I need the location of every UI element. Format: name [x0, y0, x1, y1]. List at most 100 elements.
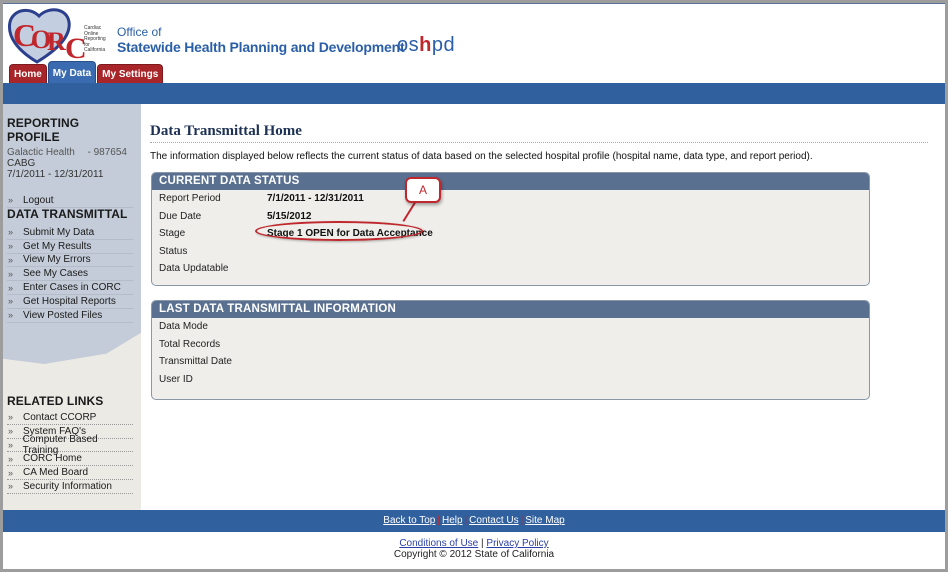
office-line: Office of — [117, 25, 162, 39]
tab-my-settings[interactable]: My Settings — [97, 64, 164, 83]
privacy-policy-link[interactable]: Privacy Policy — [486, 538, 548, 549]
sidebar-item-label: Get My Results — [23, 240, 92, 252]
copyright: Copyright © 2012 State of California — [3, 549, 945, 560]
sidebar-item-view-posted-files[interactable]: » View Posted Files — [7, 309, 133, 323]
data-transmittal-heading: DATA TRANSMITTAL — [7, 207, 128, 221]
row-label: Report Period — [159, 193, 221, 205]
double-arrow-icon: » — [8, 268, 14, 279]
sidebar-item-label: View Posted Files — [23, 309, 103, 321]
sidebar-item-label: View My Errors — [23, 254, 91, 266]
footer-nav-bar: Back to Top | Help | Contact Us | Site Map — [3, 510, 945, 532]
current-data-status-panel: CURRENT DATA STATUS Report Period 7/1/201… — [151, 172, 870, 286]
footer: Conditions of Use | Privacy Policy Copyr… — [3, 538, 945, 560]
separator: | — [464, 515, 468, 526]
profile-data-type: CABG — [7, 158, 36, 169]
sidebar-item-see-my-cases[interactable]: » See My Cases — [7, 267, 133, 282]
transmittal-row-total-records: Total Records — [152, 336, 869, 354]
hospital-name: Galactic Health — [7, 147, 75, 158]
conditions-of-use-link[interactable]: Conditions of Use — [399, 538, 478, 549]
related-link-label: CORC Home — [23, 453, 82, 465]
row-label: Data Mode — [159, 321, 208, 333]
footer-policy-links: Conditions of Use | Privacy Policy — [3, 538, 945, 549]
reporting-profile: REPORTING PROFILE Galactic Health - 9876… — [7, 116, 133, 208]
related-link-contact-ccorp[interactable]: » Contact CCORP — [7, 411, 133, 425]
double-arrow-icon: » — [8, 296, 14, 307]
related-links-nav: RELATED LINKS » Contact CCORP » System FAQ… — [7, 394, 133, 494]
corc-logo[interactable]: C O R C Cardiac Online Reporting for Cal… — [7, 6, 106, 65]
sidebar-item-submit-my-data[interactable]: » Submit My Data — [7, 226, 133, 240]
related-link-label: CA Med Board — [23, 467, 89, 479]
oshpd-logo: oshpd — [397, 34, 455, 57]
last-transmittal-panel: LAST DATA TRANSMITTAL INFORMATION Data M… — [151, 300, 870, 400]
row-label: Due Date — [159, 210, 202, 222]
current-data-status-heading: CURRENT DATA STATUS — [152, 173, 869, 190]
svg-text:R: R — [47, 27, 66, 56]
sidebar-item-enter-cases[interactable]: » Enter Cases in CORC — [7, 281, 133, 295]
oshpd-logo-pre: os — [397, 34, 420, 56]
sidebar-item-label: Get Hospital Reports — [23, 295, 116, 307]
profile-period: 7/1/2011 - 12/31/2011 — [7, 169, 104, 180]
separator: | — [437, 515, 440, 526]
sidebar-item-get-my-results[interactable]: » Get My Results — [7, 240, 133, 254]
row-value: 7/1/2011 - 12/31/2011 — [267, 193, 364, 205]
logout-link[interactable]: » Logout — [7, 194, 133, 208]
sidebar-item-label: Enter Cases in CORC — [23, 282, 121, 294]
last-transmittal-heading: LAST DATA TRANSMITTAL INFORMATION — [152, 301, 869, 318]
reporting-profile-heading: REPORTING PROFILE — [7, 116, 80, 144]
oshpd-logo-post: pd — [431, 34, 456, 56]
status-row-due-date: Due Date 5/15/2012 — [152, 208, 869, 226]
double-arrow-icon: » — [8, 426, 14, 437]
back-to-top-link[interactable]: Back to Top — [383, 515, 435, 526]
related-link-ca-med-board[interactable]: » CA Med Board — [7, 466, 133, 480]
double-arrow-icon: » — [8, 310, 14, 321]
row-value: 5/15/2012 — [267, 210, 312, 222]
profile-hospital: Galactic Health - 987654 — [7, 147, 127, 158]
double-arrow-icon: » — [8, 282, 14, 293]
related-link-label: Contact CCORP — [23, 411, 97, 423]
sidebar: REPORTING PROFILE Galactic Health - 9876… — [3, 104, 141, 510]
row-label: Status — [159, 245, 188, 257]
related-link-cbt[interactable]: » Computer Based Training — [7, 434, 133, 456]
contact-us-link[interactable]: Contact Us — [469, 515, 518, 526]
tab-my-data[interactable]: My Data — [47, 61, 97, 83]
separator: | — [520, 515, 524, 526]
data-transmittal-nav: DATA TRANSMITTAL » Submit My Data » Get My… — [7, 207, 133, 323]
double-arrow-icon: » — [8, 241, 14, 252]
header: C O R C Cardiac Online Reporting for Cal… — [3, 4, 945, 86]
nav-bar — [3, 83, 945, 104]
page-title: Data Transmittal Home — [150, 123, 928, 143]
separator: | — [481, 538, 484, 549]
callout-highlight-ellipse — [255, 221, 423, 241]
row-label: Transmittal Date — [159, 356, 232, 368]
double-arrow-icon: » — [8, 439, 14, 450]
row-label: Total Records — [159, 338, 221, 350]
row-label: Stage — [159, 228, 186, 240]
row-label: Data Updatable — [159, 263, 229, 275]
status-row-status: Status — [152, 243, 869, 261]
copyright-suffix: State of California — [474, 549, 555, 560]
intro-text: The information displayed below reflects… — [150, 151, 813, 162]
oshpd-logo-mid: h — [419, 34, 432, 56]
related-link-label: Security Information — [23, 480, 112, 492]
sidebar-item-get-hospital-reports[interactable]: » Get Hospital Reports — [7, 295, 133, 309]
sidebar-item-label: Submit My Data — [23, 226, 95, 238]
related-link-security-info[interactable]: » Security Information — [7, 480, 133, 494]
copyright-year: 2012 — [449, 549, 472, 560]
logout-label: Logout — [23, 194, 54, 206]
help-link[interactable]: Help — [442, 515, 463, 526]
agency-name: Statewide Health Planning and Developmen… — [117, 39, 405, 55]
main-tabs: Home My Data My Settings — [9, 61, 164, 83]
row-label: User ID — [159, 373, 193, 385]
tab-home[interactable]: Home — [9, 64, 47, 83]
double-arrow-icon: » — [8, 195, 14, 206]
double-arrow-icon: » — [8, 227, 14, 238]
related-links-heading: RELATED LINKS — [7, 394, 104, 408]
transmittal-row-user-id: User ID — [152, 371, 869, 389]
sidebar-item-view-my-errors[interactable]: » View My Errors — [7, 254, 133, 268]
copyright-prefix: Copyright © — [393, 549, 447, 560]
sidebar-item-label: See My Cases — [23, 268, 89, 280]
site-map-link[interactable]: Site Map — [525, 515, 564, 526]
double-arrow-icon: » — [8, 254, 14, 265]
hospital-id: - 987654 — [87, 147, 127, 158]
logo-subtitle: Cardiac Online Reporting for California — [84, 25, 114, 54]
